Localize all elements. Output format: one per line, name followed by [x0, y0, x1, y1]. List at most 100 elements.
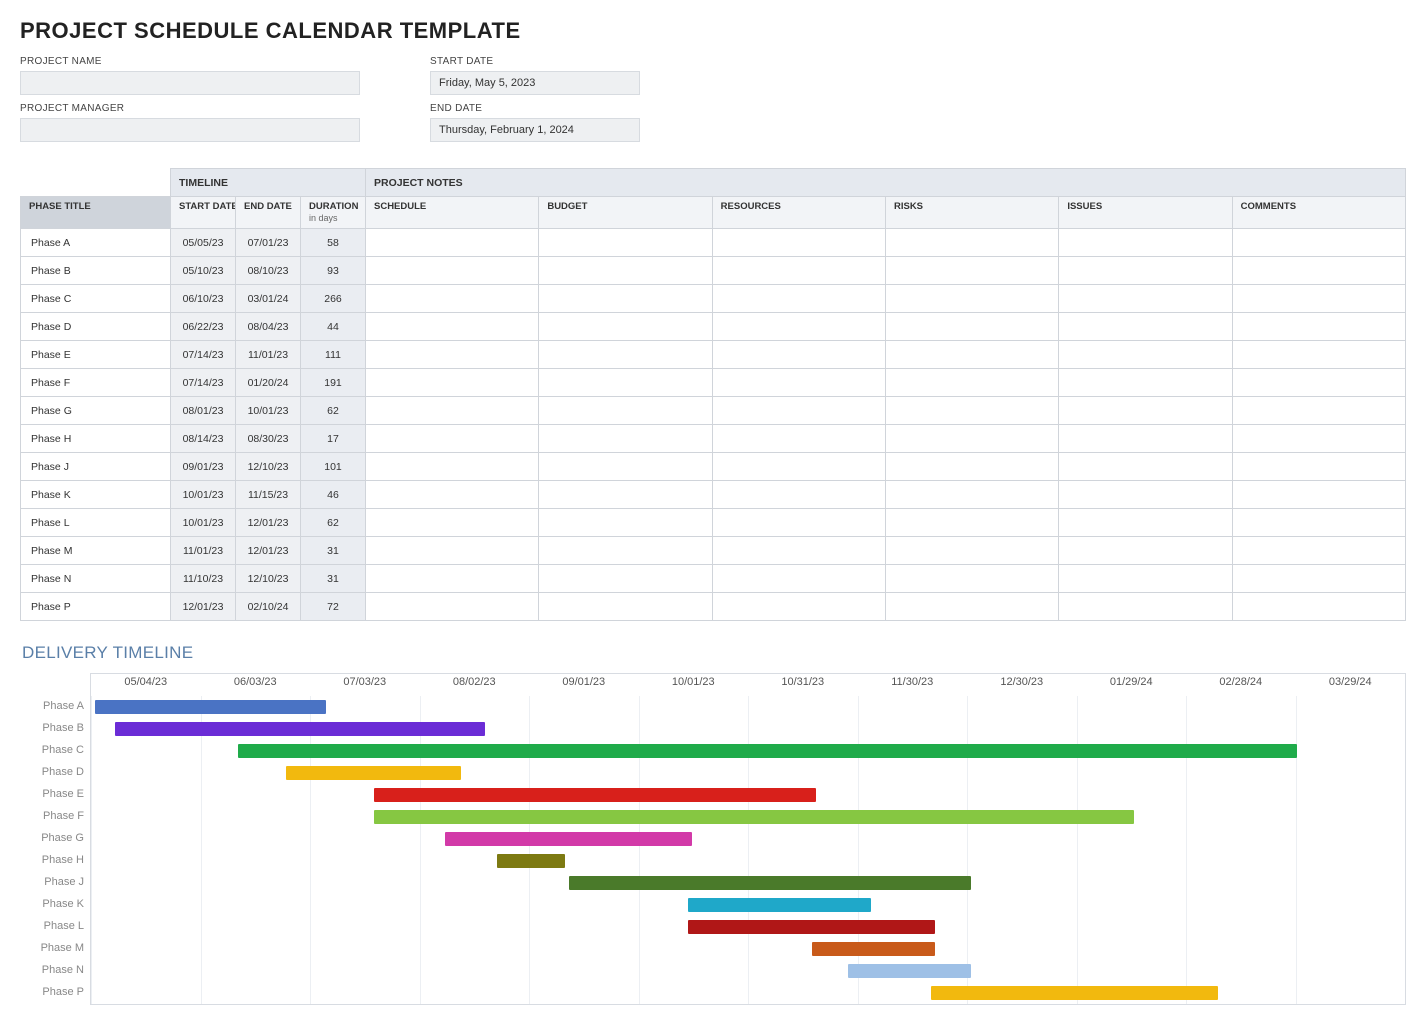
end-cell[interactable]: 12/01/23: [236, 509, 301, 537]
start-cell[interactable]: 11/01/23: [171, 537, 236, 565]
resources-cell[interactable]: [712, 341, 885, 369]
start-cell[interactable]: 11/10/23: [171, 565, 236, 593]
schedule-cell[interactable]: [366, 313, 539, 341]
risks-cell[interactable]: [885, 537, 1058, 565]
start-cell[interactable]: 08/01/23: [171, 397, 236, 425]
schedule-cell[interactable]: [366, 425, 539, 453]
start-cell[interactable]: 12/01/23: [171, 593, 236, 621]
issues-cell[interactable]: [1059, 397, 1232, 425]
issues-cell[interactable]: [1059, 369, 1232, 397]
resources-cell[interactable]: [712, 313, 885, 341]
schedule-cell[interactable]: [366, 285, 539, 313]
issues-cell[interactable]: [1059, 285, 1232, 313]
budget-cell[interactable]: [539, 257, 712, 285]
resources-cell[interactable]: [712, 453, 885, 481]
risks-cell[interactable]: [885, 565, 1058, 593]
phase-cell[interactable]: Phase B: [21, 257, 171, 285]
budget-cell[interactable]: [539, 509, 712, 537]
phase-cell[interactable]: Phase M: [21, 537, 171, 565]
comments-cell[interactable]: [1232, 565, 1405, 593]
resources-cell[interactable]: [712, 257, 885, 285]
risks-cell[interactable]: [885, 229, 1058, 257]
phase-cell[interactable]: Phase A: [21, 229, 171, 257]
risks-cell[interactable]: [885, 369, 1058, 397]
end-cell[interactable]: 03/01/24: [236, 285, 301, 313]
budget-cell[interactable]: [539, 397, 712, 425]
risks-cell[interactable]: [885, 453, 1058, 481]
schedule-cell[interactable]: [366, 565, 539, 593]
phase-cell[interactable]: Phase P: [21, 593, 171, 621]
comments-cell[interactable]: [1232, 341, 1405, 369]
start-cell[interactable]: 09/01/23: [171, 453, 236, 481]
risks-cell[interactable]: [885, 509, 1058, 537]
resources-cell[interactable]: [712, 285, 885, 313]
phase-cell[interactable]: Phase H: [21, 425, 171, 453]
comments-cell[interactable]: [1232, 509, 1405, 537]
phase-cell[interactable]: Phase C: [21, 285, 171, 313]
comments-cell[interactable]: [1232, 397, 1405, 425]
resources-cell[interactable]: [712, 537, 885, 565]
start-cell[interactable]: 05/05/23: [171, 229, 236, 257]
comments-cell[interactable]: [1232, 285, 1405, 313]
start-cell[interactable]: 08/14/23: [171, 425, 236, 453]
resources-cell[interactable]: [712, 593, 885, 621]
schedule-cell[interactable]: [366, 537, 539, 565]
resources-cell[interactable]: [712, 229, 885, 257]
budget-cell[interactable]: [539, 593, 712, 621]
end-date-field[interactable]: Thursday, February 1, 2024: [430, 118, 640, 142]
budget-cell[interactable]: [539, 229, 712, 257]
phase-cell[interactable]: Phase L: [21, 509, 171, 537]
project-name-field[interactable]: [20, 71, 360, 95]
start-cell[interactable]: 10/01/23: [171, 509, 236, 537]
resources-cell[interactable]: [712, 565, 885, 593]
schedule-cell[interactable]: [366, 509, 539, 537]
risks-cell[interactable]: [885, 593, 1058, 621]
comments-cell[interactable]: [1232, 481, 1405, 509]
phase-cell[interactable]: Phase N: [21, 565, 171, 593]
budget-cell[interactable]: [539, 425, 712, 453]
issues-cell[interactable]: [1059, 229, 1232, 257]
schedule-cell[interactable]: [366, 453, 539, 481]
end-cell[interactable]: 10/01/23: [236, 397, 301, 425]
schedule-cell[interactable]: [366, 481, 539, 509]
comments-cell[interactable]: [1232, 257, 1405, 285]
schedule-cell[interactable]: [366, 593, 539, 621]
end-cell[interactable]: 07/01/23: [236, 229, 301, 257]
phase-cell[interactable]: Phase F: [21, 369, 171, 397]
budget-cell[interactable]: [539, 285, 712, 313]
start-cell[interactable]: 06/22/23: [171, 313, 236, 341]
project-manager-field[interactable]: [20, 118, 360, 142]
phase-cell[interactable]: Phase D: [21, 313, 171, 341]
issues-cell[interactable]: [1059, 257, 1232, 285]
budget-cell[interactable]: [539, 313, 712, 341]
issues-cell[interactable]: [1059, 537, 1232, 565]
start-cell[interactable]: 06/10/23: [171, 285, 236, 313]
end-cell[interactable]: 08/04/23: [236, 313, 301, 341]
issues-cell[interactable]: [1059, 481, 1232, 509]
comments-cell[interactable]: [1232, 453, 1405, 481]
risks-cell[interactable]: [885, 313, 1058, 341]
schedule-cell[interactable]: [366, 257, 539, 285]
schedule-cell[interactable]: [366, 369, 539, 397]
issues-cell[interactable]: [1059, 453, 1232, 481]
start-cell[interactable]: 07/14/23: [171, 369, 236, 397]
resources-cell[interactable]: [712, 509, 885, 537]
risks-cell[interactable]: [885, 341, 1058, 369]
risks-cell[interactable]: [885, 285, 1058, 313]
issues-cell[interactable]: [1059, 425, 1232, 453]
end-cell[interactable]: 11/01/23: [236, 341, 301, 369]
end-cell[interactable]: 12/10/23: [236, 453, 301, 481]
comments-cell[interactable]: [1232, 537, 1405, 565]
phase-cell[interactable]: Phase G: [21, 397, 171, 425]
budget-cell[interactable]: [539, 369, 712, 397]
risks-cell[interactable]: [885, 425, 1058, 453]
budget-cell[interactable]: [539, 341, 712, 369]
start-cell[interactable]: 10/01/23: [171, 481, 236, 509]
budget-cell[interactable]: [539, 565, 712, 593]
schedule-cell[interactable]: [366, 397, 539, 425]
phase-cell[interactable]: Phase E: [21, 341, 171, 369]
issues-cell[interactable]: [1059, 313, 1232, 341]
risks-cell[interactable]: [885, 257, 1058, 285]
phase-cell[interactable]: Phase K: [21, 481, 171, 509]
end-cell[interactable]: 01/20/24: [236, 369, 301, 397]
